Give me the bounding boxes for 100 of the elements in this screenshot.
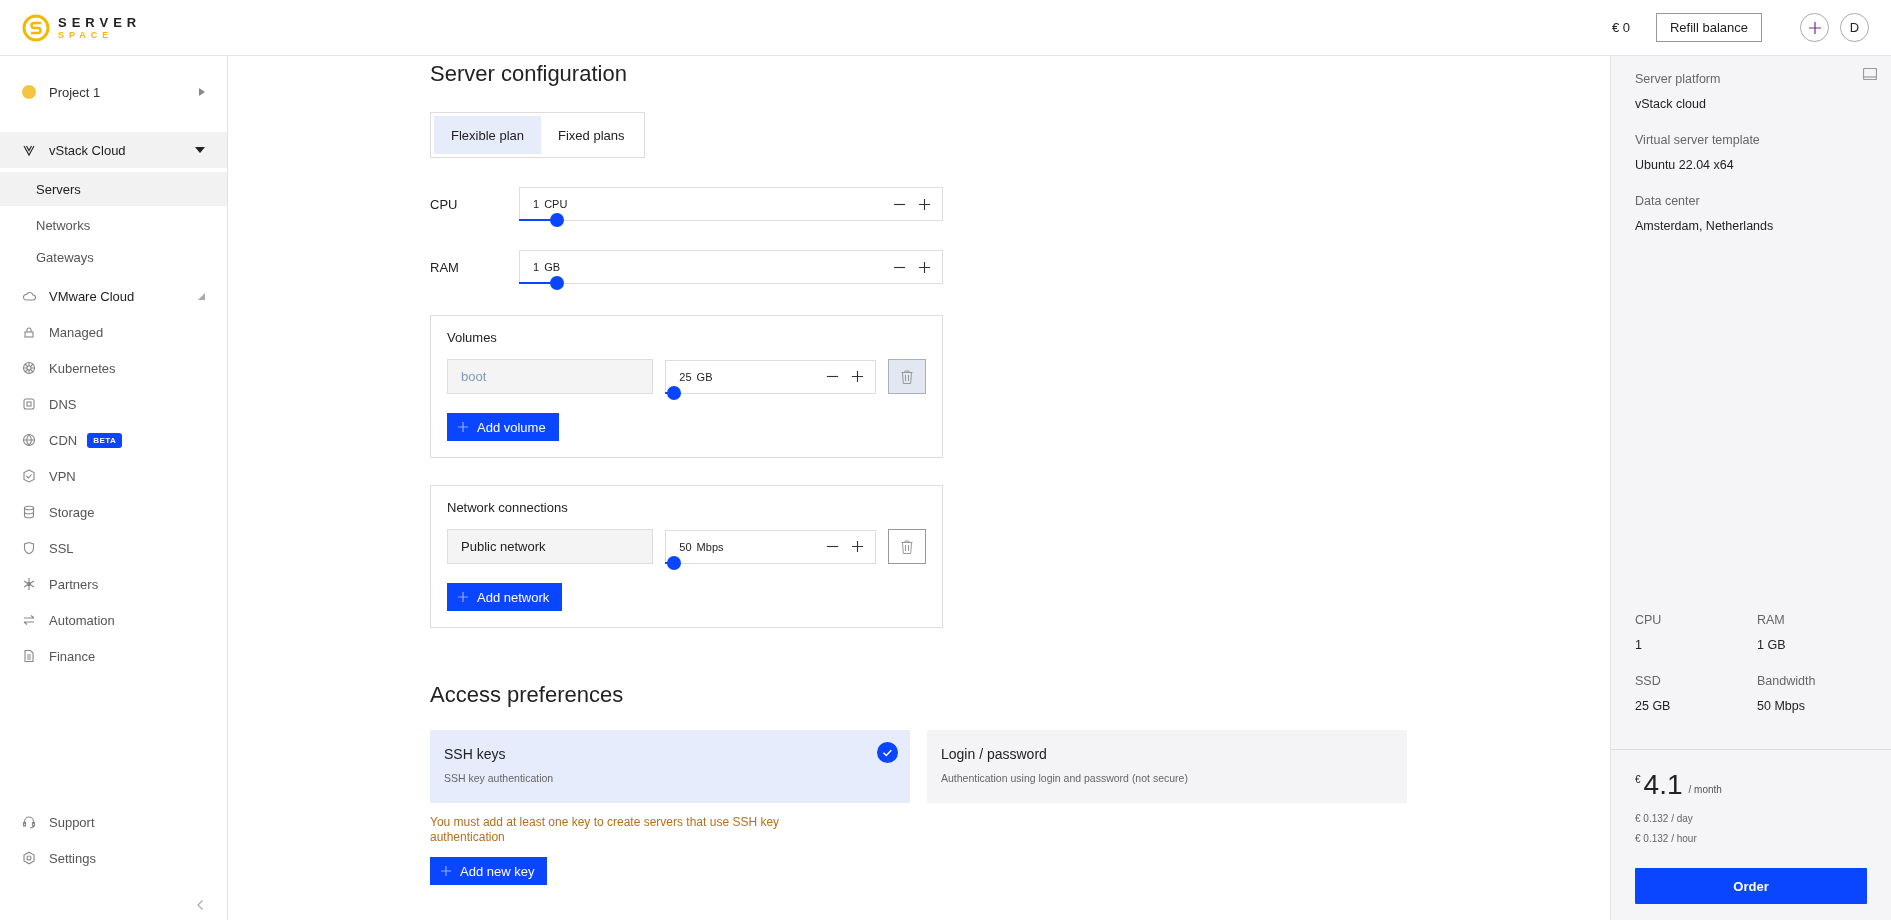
slider-field[interactable]: 50 Mbps — [665, 529, 877, 564]
spec-value: 1 — [1635, 638, 1643, 652]
spec-label: SSD — [1635, 674, 1662, 688]
detail-value: Ubuntu 22.04 x64 — [1635, 158, 1735, 172]
add-button[interactable]: Add network — [447, 583, 563, 611]
wheel-icon — [22, 361, 36, 375]
slider-value: 25 GB — [679, 370, 713, 383]
sidebar-item[interactable]: VPN — [0, 458, 227, 494]
hourly-price: € 0.132 / hour — [1635, 833, 1698, 844]
panel-icon — [1863, 68, 1877, 80]
v-shape-icon — [22, 143, 36, 157]
price-period: / month — [1688, 784, 1722, 795]
slider-field[interactable]: 1 GB — [519, 250, 943, 284]
headset-icon — [22, 815, 36, 829]
panel-toggle-button[interactable] — [1863, 68, 1877, 80]
name-field[interactable]: Public network — [447, 529, 654, 564]
sidebar-item[interactable]: Finance — [0, 638, 227, 674]
hexagon-icon — [22, 469, 36, 483]
daily-price: € 0.132 / day — [1635, 813, 1694, 824]
delete-button[interactable] — [888, 529, 926, 564]
order-button[interactable]: Order — [1635, 868, 1867, 904]
database-icon — [22, 505, 36, 519]
sidebar-item[interactable]: Support — [0, 804, 227, 840]
logo-icon — [22, 13, 50, 42]
sidebar-item[interactable]: Managed — [0, 314, 227, 350]
square-icon — [22, 397, 36, 411]
add-key-button[interactable]: Add new key — [430, 857, 548, 885]
sidebar-item[interactable]: vStack Cloud — [0, 132, 227, 168]
plus-icon — [918, 260, 931, 274]
plus-icon — [458, 422, 468, 432]
option-title: Login / password — [941, 746, 1047, 762]
slider-value: 1 GB — [533, 261, 561, 273]
trash-icon — [901, 539, 914, 554]
slider-value: 50 Mbps — [679, 540, 724, 553]
detail-value: Amsterdam, Netherlands — [1635, 219, 1775, 233]
sidebar-item[interactable]: CDN BETA — [0, 422, 227, 458]
balance-amount: € 0 — [1611, 20, 1630, 35]
detail-label: Server platform — [1635, 72, 1722, 86]
spec-value: 1 GB — [1757, 638, 1787, 652]
sidebar-item[interactable]: Kubernetes — [0, 350, 227, 386]
currency-sign: € — [1635, 774, 1641, 785]
sidebar-subitem[interactable]: Networks — [0, 210, 227, 240]
card-title: Network connections — [447, 500, 569, 515]
snowflake-icon — [22, 577, 36, 591]
sidebar-item[interactable]: Settings — [0, 840, 227, 876]
shield-icon — [22, 541, 36, 555]
spec-value: 50 Mbps — [1757, 699, 1806, 713]
detail-label: Data center — [1635, 194, 1701, 208]
plus-icon — [441, 866, 451, 876]
refill-balance-button[interactable]: Refill balance — [1655, 13, 1762, 42]
sidebar-subitem[interactable]: Servers — [0, 172, 227, 206]
settings-icon — [22, 851, 36, 865]
avatar-button[interactable]: D — [1840, 13, 1869, 42]
sidebar-item[interactable]: DNS — [0, 386, 227, 422]
resource-label: CPU — [430, 196, 459, 212]
lock-icon — [22, 325, 36, 339]
plus-icon — [851, 540, 865, 553]
access-option-card[interactable]: SSH keys SSH key authentication — [430, 730, 910, 803]
sidebar-item[interactable]: Automation — [0, 602, 227, 638]
slider-thumb[interactable] — [666, 555, 681, 570]
project-dot-icon — [22, 85, 36, 99]
plus-icon — [1808, 21, 1821, 34]
logo-subtext: SPACE — [58, 30, 115, 40]
sidebar-subitem[interactable]: Gateways — [0, 242, 227, 272]
trash-icon — [901, 369, 914, 384]
chevron-left-icon — [197, 900, 203, 910]
slider-value: 1 CPU — [533, 198, 568, 210]
access-option-card[interactable]: Login / password Authentication using login and password (not secure) — [927, 730, 1407, 803]
slider-field[interactable]: 1 CPU — [519, 187, 943, 221]
sidebar-item[interactable]: Partners — [0, 566, 227, 602]
slider-thumb[interactable] — [550, 213, 565, 227]
sidebar-item[interactable]: SSL — [0, 530, 227, 566]
beta-badge: BETA — [87, 432, 123, 448]
spec-label: CPU — [1635, 613, 1663, 627]
slider-thumb[interactable] — [550, 276, 565, 290]
price-amount: 4.1 — [1643, 770, 1683, 800]
plus-icon — [918, 197, 931, 211]
option-description: Authentication using login and password (not secure) — [941, 772, 1188, 784]
section-title: Access preferences — [430, 682, 625, 708]
plan-tab[interactable]: Flexible plan — [434, 116, 541, 154]
card-title: Volumes — [447, 330, 498, 345]
caret-down-icon — [195, 147, 205, 153]
spec-label: Bandwidth — [1757, 674, 1817, 688]
caret-right-icon — [199, 88, 205, 96]
check-circle-icon — [877, 742, 898, 763]
cloud-icon — [22, 289, 36, 303]
plus-icon — [458, 592, 468, 602]
detail-value: vStack cloud — [1635, 97, 1707, 111]
add-button[interactable]: Add volume — [447, 413, 559, 441]
resource-label: RAM — [430, 259, 460, 275]
add-button[interactable] — [1800, 13, 1829, 42]
spec-value: 25 GB — [1635, 699, 1672, 713]
sidebar-item[interactable]: VMware Cloud — [0, 278, 227, 314]
plus-icon — [851, 370, 865, 383]
logo-text: SERVER — [58, 15, 142, 30]
caret-up-icon — [198, 292, 205, 300]
warning-text: You must add at least one key to create servers that use SSH key authentication — [430, 815, 781, 845]
spec-label: RAM — [1757, 613, 1786, 627]
project-selector[interactable]: Project 1 — [0, 74, 227, 110]
sidebar-item[interactable]: Storage — [0, 494, 227, 530]
